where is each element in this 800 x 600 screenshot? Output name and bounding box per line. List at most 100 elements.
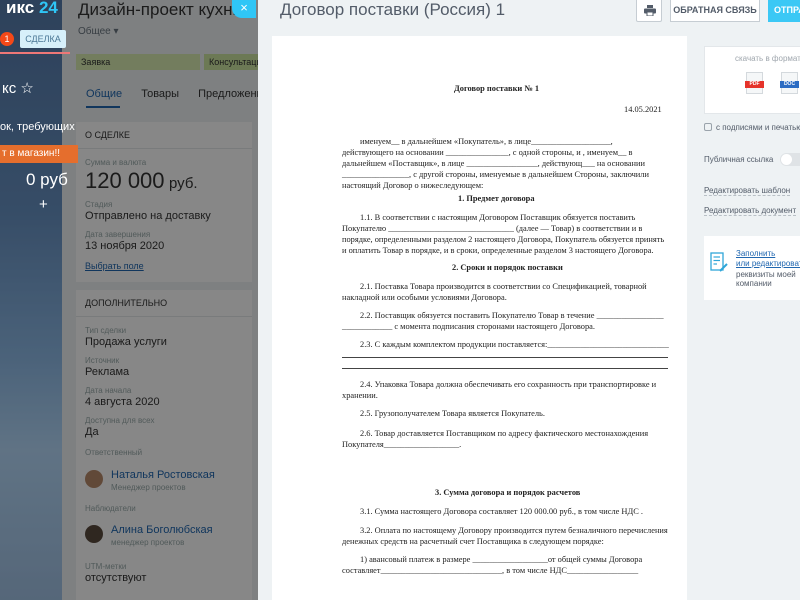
sign-checkbox-row[interactable]: с подписями и печатью (704, 123, 800, 132)
about-header: О СДЕЛКЕ (76, 122, 252, 149)
doc-line: 2.1. Поставка Товара производится в соот… (360, 282, 647, 291)
observers-label: Наблюдатели (85, 504, 136, 513)
blank-line (342, 368, 668, 369)
deal-type-label: Тип сделки (85, 326, 127, 335)
responsible-name[interactable]: Наталья Ростовская (111, 469, 215, 481)
pdf-file-icon[interactable]: PDF (745, 72, 764, 94)
store-banner[interactable]: т в магазин!! (0, 145, 78, 163)
deal-title: Дизайн-проект кухни (78, 0, 243, 19)
doc-line: именуем__ в дальнейшем «Покупатель», в л… (360, 137, 613, 146)
deal-tabs: Общие Товары Предложения (86, 88, 258, 100)
stage-value: Отправлено на доставку (85, 210, 211, 222)
tab-offers[interactable]: Предложения (198, 88, 258, 100)
sum-label: Сумма и валюта (85, 158, 147, 167)
slider-title: Договор поставки (Россия) 1 (280, 0, 506, 19)
avatar (85, 525, 103, 543)
doc-line: 3.2. Оплата по настоящему Договору произ… (360, 526, 668, 535)
extra-header: ДОПОЛНИТЕЛЬНО (76, 290, 252, 317)
stage-consultation[interactable]: Консультация (204, 54, 258, 70)
tab-general[interactable]: Общие (86, 88, 122, 100)
doc-line: настоящий Договор о нижеследующем: (342, 181, 484, 190)
tab-products[interactable]: Товары (141, 88, 179, 100)
about-section: О СДЕЛКЕ Сумма и валюта 120 000 руб. Ста… (76, 122, 252, 282)
portal-logo[interactable]: икс 24 (6, 0, 58, 18)
doc-line: 3.1. Сумма настоящего Договора составляе… (360, 507, 643, 516)
download-box: скачать в формате: PDF DOC (704, 46, 800, 114)
close-date-label: Дата завершения (85, 230, 151, 239)
public-link-toggle[interactable] (780, 153, 800, 166)
close-date-value: 13 ноября 2020 (85, 240, 165, 252)
deal-category[interactable]: Общее ▾ (78, 26, 119, 37)
deal-type-value: Продажа услуги (85, 336, 167, 348)
document-page: Договор поставки № 1 14.05.2021 именуем_… (272, 36, 687, 600)
edit-document-link[interactable]: Редактировать документ (704, 206, 797, 216)
responsible-label: Ответственный (85, 448, 143, 457)
section-heading: 3. Сумма договора и порядок расчетов (435, 488, 581, 497)
doc-line: Покупателю _____________________________… (342, 224, 643, 233)
doc-line: 1) авансовый платеж в размере __________… (360, 555, 643, 564)
portal-subtitle: ок, требующих (0, 121, 75, 133)
doc-line: 2.3. С каждым комплектом продукции поста… (360, 340, 669, 349)
company-details-box: Заполнить или редактировать реквизиты мо… (704, 236, 800, 300)
doc-line: порядке, определенными разделом 2 настоя… (342, 235, 665, 244)
stage-label: Стадия (85, 200, 113, 209)
observer-role: менеджер проектов (111, 538, 185, 547)
doc-line: ________________, с другой стороны, имен… (342, 170, 649, 179)
observer-name[interactable]: Алина Боголюбская (111, 524, 213, 536)
doc-line: составляет_____________________________,… (342, 566, 639, 575)
public-link-label: Публичная ссылка (704, 155, 774, 164)
tab-underline (86, 106, 120, 108)
choose-field-link[interactable]: Выбрать поле (85, 261, 144, 271)
sum-value: 120 000 руб. (85, 168, 198, 193)
printer-icon (644, 5, 656, 16)
source-value: Реклама (85, 366, 130, 378)
access-value: Да (85, 426, 99, 438)
edit-details-link[interactable]: или редактировать (736, 259, 800, 268)
print-button[interactable] (636, 0, 662, 22)
edit-document-icon (710, 252, 728, 272)
document-slider: Договор поставки (Россия) 1 ОБРАТНАЯ СВЯ… (258, 0, 800, 600)
doc-line: 2.4. Упаковка Товара должна обеспечивать… (360, 380, 657, 389)
deal-card: Дизайн-проект кухни Общее ▾ Заявка Консу… (62, 0, 258, 600)
close-button[interactable]: × (232, 0, 256, 18)
responsible-role: Менеджер проектов (111, 483, 186, 492)
access-label: Доступна для всех (85, 416, 155, 425)
doc-line: денежных средств на расчетный счет Поста… (342, 537, 604, 546)
fill-details-link[interactable]: Заполнить (736, 249, 775, 258)
progress-bar (0, 52, 70, 54)
portal-title: кс ☆ (2, 80, 34, 97)
download-caption: скачать в формате: (735, 54, 800, 63)
add-icon[interactable]: + (39, 196, 48, 213)
start-date-value: 4 августа 2020 (85, 396, 160, 408)
avatar (85, 470, 103, 488)
details-text: реквизиты моей (736, 270, 796, 279)
doc-line: 1.1. В соответствии с настоящим Договоро… (360, 213, 636, 222)
section-heading: 2. Сроки и порядок поставки (452, 263, 563, 272)
doc-line: 2.6. Товар доставляется Поставщиком по а… (360, 429, 649, 438)
doc-date: 14.05.2021 (624, 105, 662, 114)
doc-line: ____________ с момента подписания сторон… (342, 322, 595, 331)
section-heading: 1. Предмет договора (458, 194, 535, 203)
doc-line: хранении. (342, 391, 378, 400)
deal-button[interactable]: СДЕЛКА (20, 30, 66, 48)
doc-line: Покупателя__________________. (342, 440, 462, 449)
feedback-button[interactable]: ОБРАТНАЯ СВЯЗЬ (670, 0, 760, 22)
send-button[interactable]: ОТПРАВИТЬ (768, 0, 800, 22)
stage-request[interactable]: Заявка (76, 54, 200, 70)
source-label: Источник (85, 356, 120, 365)
utm-label: UTM-метки (85, 562, 127, 571)
details-text: компании (736, 279, 772, 288)
doc-line: и оплатить Товар в порядке, и в сроки, о… (342, 246, 654, 255)
doc-line: дальнейшем «Поставщик», в лице _________… (342, 159, 645, 168)
blank-line (342, 357, 668, 358)
sign-checkbox[interactable] (704, 123, 712, 131)
doc-line: 2.2. Поставщик обязуется поставить Покуп… (360, 311, 664, 320)
doc-line: 2.5. Грузополучателем Товара является По… (360, 409, 545, 418)
docx-file-icon[interactable]: DOC (780, 72, 799, 94)
start-date-label: Дата начала (85, 386, 132, 395)
doc-line: накладной или особыми условиями Договора… (342, 293, 507, 302)
utm-value: отсутствуют (85, 572, 147, 584)
edit-template-link[interactable]: Редактировать шаблон (704, 186, 791, 196)
doc-line: действующего на основании ______________… (342, 148, 633, 157)
portal-sum: 0 руб (26, 170, 68, 189)
